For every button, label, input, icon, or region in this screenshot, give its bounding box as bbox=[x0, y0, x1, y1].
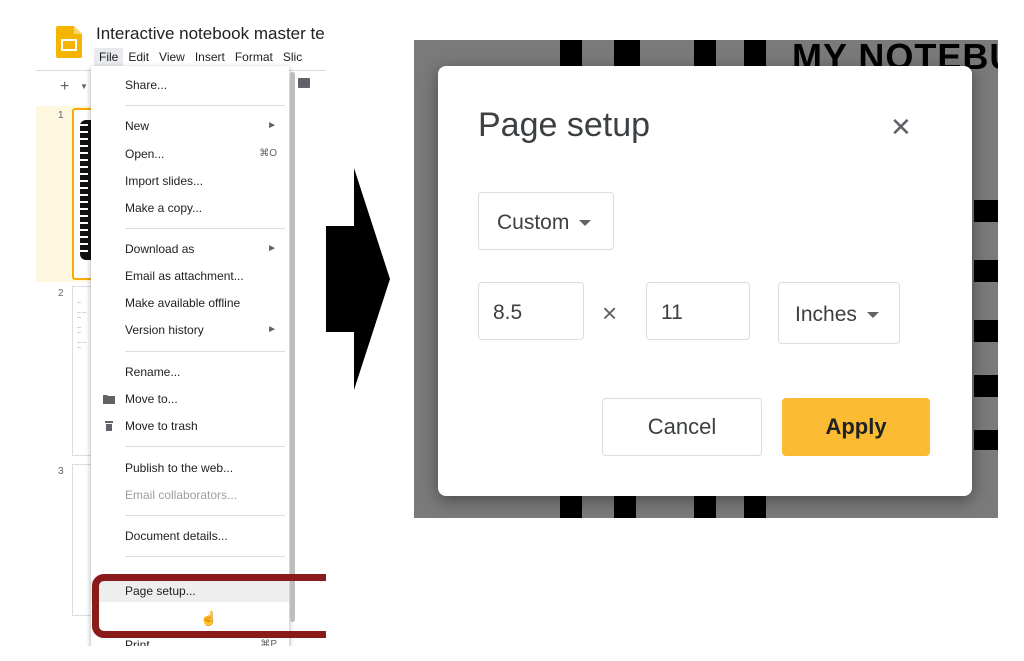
menu-item-publish-web[interactable]: Publish to the web... bbox=[91, 457, 289, 479]
background-graphic bbox=[974, 260, 998, 282]
document-title[interactable]: Interactive notebook master te bbox=[96, 24, 325, 44]
background-graphic bbox=[974, 430, 998, 450]
menu-item-available-offline[interactable]: Make available offline bbox=[91, 292, 289, 314]
menu-edit[interactable]: Edit bbox=[123, 48, 154, 68]
close-icon[interactable]: ✕ bbox=[890, 112, 912, 143]
page-setup-screenshot: MY NOTEBU Page setup ✕ Custom 8.5 × 11 I… bbox=[414, 40, 998, 518]
height-value: 11 bbox=[661, 301, 683, 324]
background-graphic bbox=[974, 200, 998, 222]
menu-item-import-slides[interactable]: Import slides... bbox=[91, 170, 289, 192]
menu-bar: File Edit View Insert Format Slic bbox=[94, 48, 307, 68]
menu-file[interactable]: File bbox=[94, 48, 124, 68]
image-icon[interactable] bbox=[298, 78, 310, 88]
menu-scrollbar[interactable] bbox=[290, 72, 295, 622]
chevron-right-icon: ► bbox=[267, 324, 277, 335]
menu-item-share[interactable]: Share... bbox=[91, 74, 289, 96]
highlight-annotation bbox=[92, 574, 326, 638]
file-menu-dropdown: Share... New ► Open... ⌘O Import slides...… bbox=[91, 66, 289, 646]
menu-view[interactable]: View bbox=[154, 48, 190, 68]
menu-slide[interactable]: Slic bbox=[278, 48, 307, 68]
hand-cursor-icon: ☝ bbox=[200, 610, 218, 626]
thumbnail-text-lines: — — — — — — — — — bbox=[77, 299, 87, 349]
menu-item-download-as[interactable]: Download as ► bbox=[91, 238, 289, 260]
menu-divider bbox=[125, 351, 285, 352]
menu-item-make-copy[interactable]: Make a copy... bbox=[91, 197, 289, 219]
menu-divider bbox=[125, 446, 285, 447]
shortcut-label: ⌘O bbox=[259, 148, 277, 159]
menu-item-email-collaborators: Email collaborators... bbox=[125, 488, 238, 502]
menu-insert[interactable]: Insert bbox=[190, 48, 230, 68]
background-graphic bbox=[614, 496, 636, 518]
chevron-down-icon[interactable]: ▼ bbox=[80, 82, 88, 91]
chevron-down-icon bbox=[866, 312, 879, 319]
right-arrow-icon bbox=[326, 168, 390, 390]
unit-dropdown[interactable]: Inches bbox=[778, 282, 900, 344]
unit-value: Inches bbox=[795, 303, 857, 326]
background-graphic bbox=[974, 375, 998, 397]
page-size-dropdown[interactable]: Custom bbox=[478, 192, 614, 250]
google-slides-logo bbox=[56, 26, 82, 58]
dialog-title: Page setup bbox=[478, 106, 651, 144]
menu-item-new[interactable]: New ► bbox=[91, 115, 289, 137]
menu-divider bbox=[125, 556, 285, 557]
menu-item-rename[interactable]: Rename... bbox=[91, 361, 289, 383]
menu-item-open[interactable]: Open... ⌘O bbox=[91, 143, 289, 165]
spiral-graphic bbox=[78, 124, 88, 256]
page-setup-dialog: Page setup ✕ Custom 8.5 × 11 Inches Canc… bbox=[438, 66, 972, 496]
slide-number: 3 bbox=[58, 466, 64, 477]
cancel-button[interactable]: Cancel bbox=[602, 398, 762, 456]
chevron-down-icon bbox=[579, 220, 592, 227]
menu-format[interactable]: Format bbox=[230, 48, 278, 68]
menu-item-move-to-trash[interactable]: Move to trash bbox=[91, 415, 289, 437]
background-graphic bbox=[974, 320, 998, 342]
new-slide-icon[interactable]: + bbox=[60, 78, 69, 96]
chevron-right-icon: ► bbox=[267, 120, 277, 131]
page-size-value: Custom bbox=[497, 211, 570, 234]
background-graphic bbox=[560, 496, 582, 518]
trash-icon bbox=[105, 421, 113, 431]
slide-number: 2 bbox=[58, 288, 64, 299]
background-graphic bbox=[744, 496, 766, 518]
menu-item-move-to[interactable]: Move to... bbox=[91, 388, 289, 410]
apply-button[interactable]: Apply bbox=[782, 398, 930, 456]
height-input[interactable]: 11 bbox=[646, 282, 750, 340]
menu-item-version-history[interactable]: Version history ► bbox=[91, 319, 289, 341]
menu-divider bbox=[125, 515, 285, 516]
background-graphic bbox=[694, 496, 716, 518]
width-value: 8.5 bbox=[493, 301, 523, 324]
slides-window: Interactive notebook master te File Edit… bbox=[36, 14, 326, 646]
times-icon: × bbox=[602, 298, 618, 328]
menu-item-document-details[interactable]: Document details... bbox=[91, 525, 289, 547]
menu-divider bbox=[125, 228, 285, 229]
chevron-right-icon: ► bbox=[267, 243, 277, 254]
menu-divider bbox=[125, 105, 285, 106]
folder-icon bbox=[103, 395, 115, 404]
width-input[interactable]: 8.5 bbox=[478, 282, 584, 340]
slide-number: 1 bbox=[58, 110, 64, 121]
menu-item-email-attachment[interactable]: Email as attachment... bbox=[91, 265, 289, 287]
